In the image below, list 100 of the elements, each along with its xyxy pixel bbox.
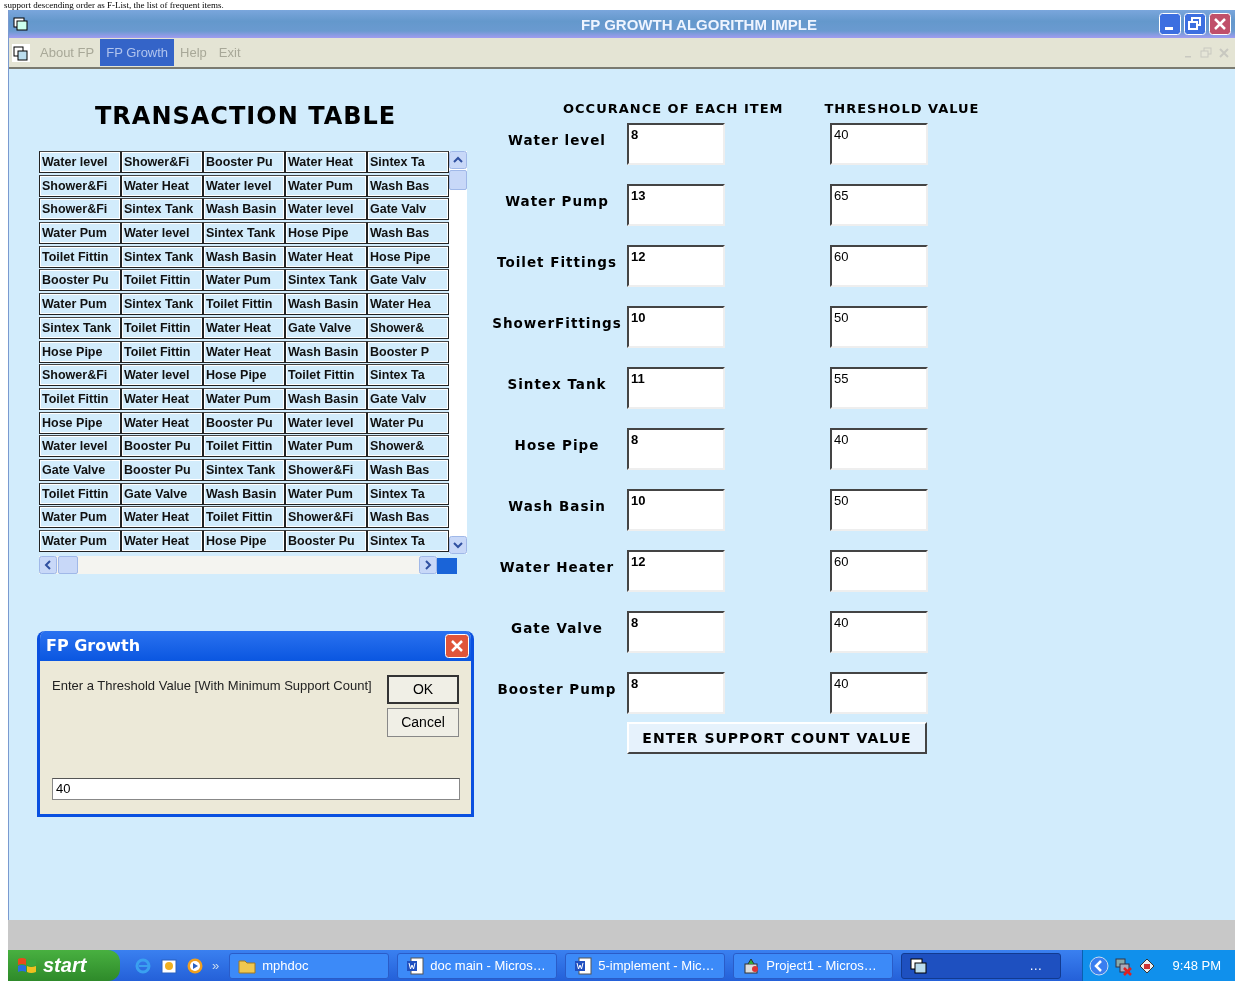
table-cell: Sintex Ta	[367, 151, 449, 173]
occurrence-field[interactable]: 10	[627, 489, 725, 531]
table-cell: Shower&Fi	[285, 458, 367, 481]
table-cell: Booster Pu	[121, 458, 203, 481]
occurrence-field[interactable]: 8	[627, 611, 725, 653]
table-cell: Water Pum	[285, 174, 367, 197]
dialog-button[interactable]: OK	[387, 674, 459, 704]
table-cell: Wash Basin	[203, 482, 285, 505]
item-label: Water Heater	[498, 558, 616, 575]
table-cell: Wash Bas	[367, 506, 449, 529]
occurrence-field[interactable]: 8	[627, 672, 725, 714]
threshold-field[interactable]: 60	[830, 550, 928, 592]
table-cell: Water Heat	[121, 530, 203, 552]
threshold-field[interactable]: 55	[830, 367, 928, 409]
clock: 9:48 PM	[1172, 958, 1221, 973]
threshold-field[interactable]: 60	[830, 245, 928, 287]
close-icon[interactable]	[445, 633, 469, 658]
taskbar-button[interactable]: …	[901, 952, 1062, 979]
item-label: Water level	[507, 131, 607, 148]
occurrence-field[interactable]: 8	[627, 428, 725, 470]
close-icon[interactable]	[1209, 13, 1231, 35]
minimize-icon[interactable]	[1159, 13, 1181, 35]
table-cell: Wash Basin	[203, 198, 285, 221]
table-cell: Water Heat	[121, 506, 203, 529]
occurrence-field[interactable]: 10	[627, 306, 725, 348]
table-cell: Sintex Tank	[121, 198, 203, 221]
document-text: support descending order as F-List, the list of frequent items.	[4, 0, 224, 10]
item-label: Sintex Tank	[506, 375, 608, 392]
table-cell: Hose Pipe	[367, 245, 449, 268]
table-cell: Water Heat	[285, 151, 367, 173]
media-player-icon[interactable]	[186, 956, 204, 975]
table-cell: Water level	[39, 151, 121, 173]
input-field[interactable]: 40	[52, 777, 460, 800]
table-cell: Toilet Fittin	[121, 340, 203, 363]
table-cell: Wash Bas	[367, 458, 449, 481]
item-label: ShowerFittings	[491, 314, 623, 331]
vertical-scrollbar[interactable]	[449, 151, 467, 554]
table-cell: Hose Pipe	[39, 411, 121, 434]
table-cell: Hose Pipe	[39, 340, 121, 363]
table-cell: Toilet Fittin	[39, 387, 121, 410]
start-button[interactable]: start	[8, 950, 120, 981]
threshold-field[interactable]: 40	[830, 672, 928, 714]
table-cell: Water Heat	[121, 411, 203, 434]
table-cell: Water level	[121, 364, 203, 387]
dialog-button[interactable]: Cancel	[387, 707, 459, 737]
table-cell: Water Pum	[203, 269, 285, 292]
threshold-field[interactable]: 40	[830, 123, 928, 165]
occurrence-field[interactable]: 13	[627, 184, 725, 226]
occurrence-field[interactable]: 11	[627, 367, 725, 409]
table-cell: Water Heat	[285, 245, 367, 268]
occurrence-field[interactable]: 12	[627, 550, 725, 592]
table-cell: Water Heat	[203, 316, 285, 339]
table-cell: Sintex Ta	[367, 482, 449, 505]
table-cell: Booster P	[367, 340, 449, 363]
column-header: OCCURANCE OF EACH ITEM	[563, 101, 784, 118]
threshold-field[interactable]: 50	[830, 489, 928, 531]
scroll-thumb[interactable]	[449, 170, 467, 190]
table-cell: Gate Valve	[121, 482, 203, 505]
network-icon[interactable]	[1112, 955, 1133, 976]
window-icon	[910, 956, 929, 975]
threshold-field[interactable]: 65	[830, 184, 928, 226]
table-cell: Water Hea	[367, 293, 449, 316]
table-cell: Water Heat	[121, 387, 203, 410]
table-cell: Shower&Fi	[285, 506, 367, 529]
occurrence-field[interactable]: 8	[627, 123, 725, 165]
item-label: Wash Basin	[507, 497, 607, 514]
threshold-field[interactable]: 40	[830, 428, 928, 470]
table-cell: Booster Pu	[121, 435, 203, 458]
table-cell: Sintex Tank	[203, 458, 285, 481]
table-cell: Wash Basin	[203, 245, 285, 268]
table-cell: Shower&Fi	[39, 364, 121, 387]
table-cell: Booster Pu	[203, 151, 285, 173]
threshold-field[interactable]: 50	[830, 306, 928, 348]
column-header: THRESHOLD VALUE	[824, 101, 980, 118]
table-cell: Water level	[39, 435, 121, 458]
table-cell: Water Heat	[121, 174, 203, 197]
item-label: Toilet Fittings	[496, 253, 618, 270]
threshold-field[interactable]: 40	[830, 611, 928, 653]
table-cell: Gate Valve	[39, 458, 121, 481]
table-cell: Sintex Tank	[121, 245, 203, 268]
occurrence-field[interactable]: 12	[627, 245, 725, 287]
enter-support-button[interactable]: ENTER SUPPORT COUNT VALUE	[627, 722, 927, 754]
scroll-thumb[interactable]	[58, 555, 78, 574]
table-cell: Wash Basin	[285, 387, 367, 410]
table-cell: Gate Valv	[367, 269, 449, 292]
table-cell: Toilet Fittin	[39, 245, 121, 268]
table-cell: Water level	[121, 222, 203, 245]
window-icon	[13, 16, 29, 32]
table-cell: Booster Pu	[203, 411, 285, 434]
horizontal-scrollbar[interactable]	[39, 555, 437, 574]
table-cell: Water level	[285, 198, 367, 221]
table-cell: Wash Bas	[367, 222, 449, 245]
restore-icon[interactable]	[1184, 13, 1206, 35]
table-cell: Sintex Ta	[367, 364, 449, 387]
table-cell: Wash Basin	[285, 340, 367, 363]
item-label: Hose Pipe	[513, 436, 601, 453]
window-title: FP GROWTH ALGORITHM IMPLE	[580, 15, 818, 33]
table-title: TRANSACTION TABLE	[95, 102, 398, 130]
table-cell: Water Pum	[203, 387, 285, 410]
table-cell: Water Pum	[285, 482, 367, 505]
